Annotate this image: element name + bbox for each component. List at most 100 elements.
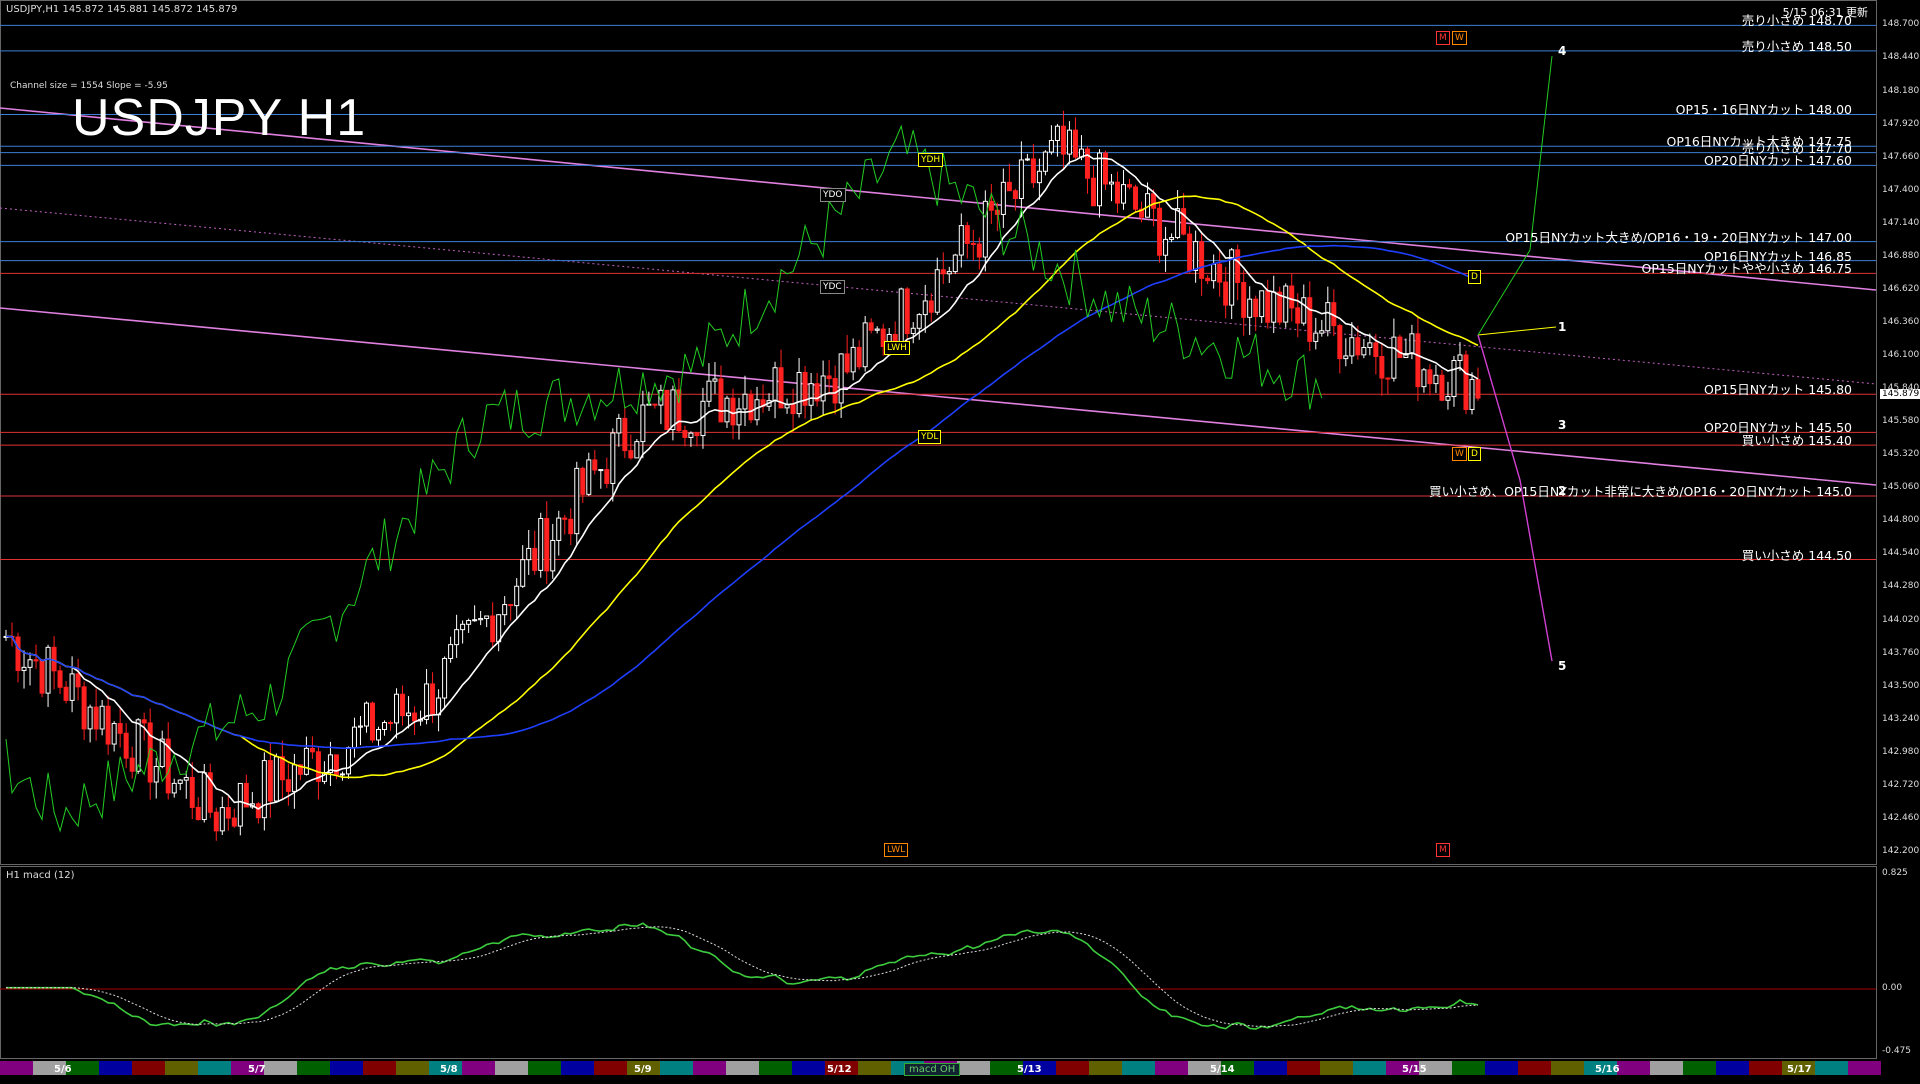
candle-body	[213, 811, 219, 832]
candle-body	[1349, 337, 1355, 357]
date-strip-cell	[1848, 1061, 1881, 1075]
price-tick-label: 143.240	[1882, 713, 1920, 724]
candle-body	[874, 328, 880, 331]
candle-body	[1151, 193, 1157, 209]
candle-body	[1084, 148, 1090, 179]
candle-body	[412, 712, 418, 722]
candle-body	[1295, 307, 1301, 324]
candle-body	[544, 518, 550, 572]
tag-ydc: YDC	[820, 280, 845, 294]
candle-body	[940, 269, 946, 275]
candle-body	[856, 346, 862, 368]
date-strip-cell	[693, 1061, 726, 1075]
candle-body	[261, 760, 267, 819]
date-strip-cell	[297, 1061, 330, 1075]
candle-body	[472, 619, 478, 622]
candle-body	[45, 646, 51, 694]
candle-body	[1421, 369, 1427, 388]
date-strip-cell	[1650, 1061, 1683, 1075]
candle-body	[189, 776, 195, 808]
price-tick-label: 144.540	[1882, 548, 1920, 559]
candle-body	[1060, 125, 1066, 155]
price-tick-label: 142.460	[1882, 812, 1920, 823]
date-tick-label: 5/9	[634, 1064, 652, 1075]
candle-body	[1301, 297, 1307, 324]
date-strip-cell	[594, 1061, 627, 1075]
candle-body	[1391, 336, 1397, 379]
candle-body	[1373, 342, 1379, 358]
candle-body	[351, 726, 357, 748]
candle-body	[303, 747, 309, 775]
candle-body	[1054, 125, 1060, 142]
candle-body	[574, 467, 580, 535]
date-strip-cell	[1122, 1061, 1155, 1075]
date-strip-cell	[396, 1061, 429, 1075]
macd-button[interactable]: macd OH	[904, 1063, 961, 1076]
price-tick-label: 146.620	[1882, 283, 1920, 294]
candle-body	[1325, 302, 1331, 332]
macd-frame	[0, 866, 1877, 1059]
date-strip-cell	[1716, 1061, 1749, 1075]
candle-body	[424, 683, 430, 720]
candle-body	[748, 393, 754, 421]
price-chart	[0, 0, 1881, 1075]
candle-body	[622, 417, 628, 452]
candle-body	[1157, 207, 1163, 256]
level-label: OP15日NYカット 145.80	[1704, 382, 1852, 398]
candle-body	[273, 756, 279, 802]
date-strip-cell	[132, 1061, 165, 1075]
candle-body	[460, 623, 466, 631]
candle-body	[195, 806, 201, 821]
candle-body	[1211, 263, 1217, 282]
candle-body	[430, 683, 436, 716]
candle-body	[1018, 159, 1024, 199]
candle-body	[670, 389, 676, 431]
candle-body	[1337, 325, 1343, 360]
candle-body	[616, 417, 622, 434]
tag-w-top: W	[1452, 31, 1467, 45]
candle-body	[1096, 152, 1102, 207]
price-tick-label: 142.980	[1882, 746, 1920, 757]
price-tick-label: 147.660	[1882, 151, 1920, 162]
level-label: 買い小さめ、OP15日NYカット非常に大きめ/OP16・20日NYカット 145…	[1429, 483, 1852, 499]
candle-body	[1307, 297, 1313, 342]
candle-body	[796, 372, 802, 415]
candle-body	[610, 432, 616, 484]
candle-body	[820, 375, 826, 402]
candle-body	[928, 300, 934, 313]
wave-label-5: 5	[1558, 659, 1567, 673]
candle-body	[580, 467, 586, 495]
candle-body	[267, 760, 273, 802]
symbol-info: USDJPY,H1 145.872 145.881 145.872 145.87…	[6, 4, 238, 15]
candle-body	[730, 397, 736, 426]
candle-body	[1066, 129, 1072, 155]
candle-body	[706, 380, 712, 402]
price-tick-label: 143.760	[1882, 647, 1920, 658]
level-label: OP15日NYカットやや小さめ 146.75	[1641, 261, 1852, 277]
date-strip-cell	[1485, 1061, 1518, 1075]
candle-body	[1415, 333, 1421, 388]
candle-body	[826, 375, 832, 380]
candle-body	[93, 706, 99, 730]
candle-body	[27, 659, 33, 668]
date-strip-cell	[363, 1061, 396, 1075]
candle-body	[1451, 359, 1457, 397]
candle-body	[952, 254, 958, 273]
candle-body	[484, 615, 490, 620]
candle-body	[123, 732, 129, 759]
level-label: OP15・16日NYカット 148.00	[1675, 102, 1852, 118]
date-strip-cell	[1056, 1061, 1089, 1075]
level-label: 買い小さめ 144.50	[1741, 547, 1852, 563]
candle-body	[1457, 354, 1463, 361]
candle-body	[363, 702, 369, 727]
macd-line	[6, 922, 1479, 1030]
candle-body	[502, 604, 508, 616]
candle-body	[1169, 237, 1175, 240]
candle-body	[177, 779, 183, 784]
candle-body	[33, 659, 39, 662]
candle-body	[231, 817, 237, 827]
candle-body	[538, 518, 544, 571]
wave-label-3: 3	[1558, 418, 1567, 432]
date-strip-cell	[1617, 1061, 1650, 1075]
candle-body	[916, 314, 922, 329]
